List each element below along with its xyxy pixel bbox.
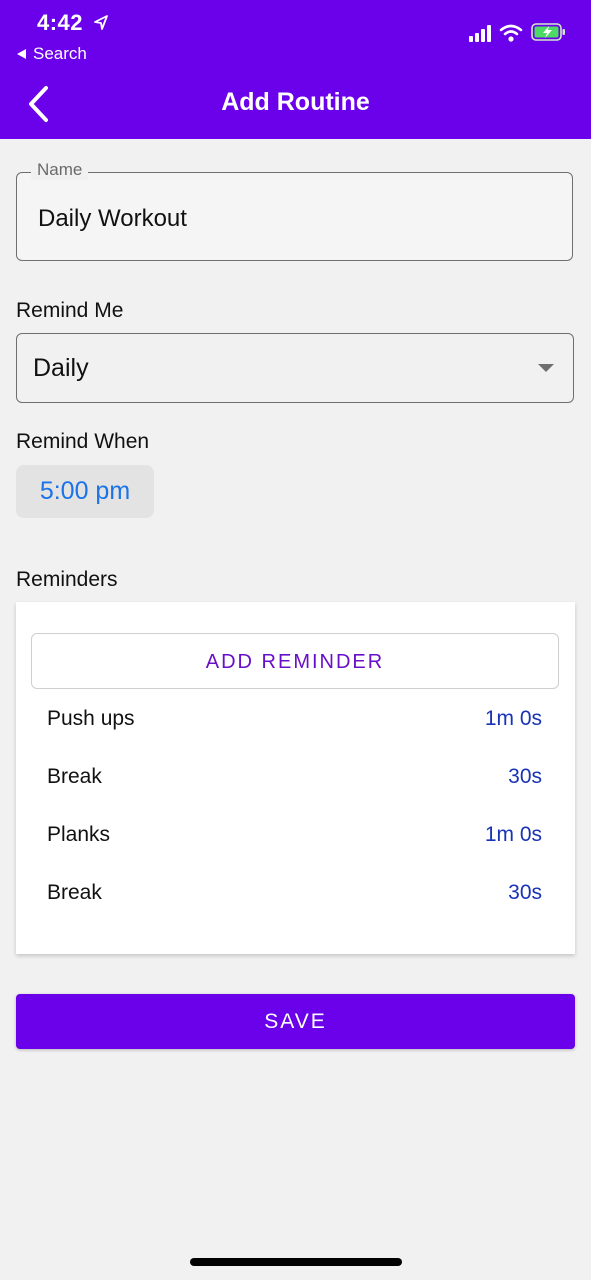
location-arrow-icon xyxy=(94,15,108,30)
name-field-label: Name xyxy=(31,160,89,180)
back-to-app-link[interactable]: Search xyxy=(17,44,87,64)
reminder-name: Planks xyxy=(47,823,111,846)
remind-me-label: Remind Me xyxy=(16,299,124,322)
reminder-row[interactable]: Break 30s xyxy=(47,876,542,910)
app-header: 4:42 Search Add Routine xyxy=(0,0,591,139)
name-input[interactable]: Name Daily Workout xyxy=(16,160,573,261)
add-routine-screen: 4:42 Search Add Routine Name Daily Worko… xyxy=(0,0,591,1280)
page-title: Add Routine xyxy=(221,88,370,116)
reminder-row[interactable]: Push ups 1m 0s xyxy=(47,702,542,736)
reminder-duration: 30s xyxy=(508,765,542,788)
remind-when-label: Remind When xyxy=(16,430,150,453)
cellular-signal-icon xyxy=(469,24,491,42)
status-icons xyxy=(469,22,567,42)
battery-charging-icon xyxy=(531,23,565,41)
back-triangle-icon xyxy=(17,49,26,59)
home-indicator[interactable] xyxy=(190,1258,402,1266)
wifi-icon xyxy=(499,24,523,42)
reminder-row[interactable]: Break 30s xyxy=(47,760,542,794)
reminder-name: Break xyxy=(47,765,102,788)
dropdown-arrow-icon xyxy=(538,364,554,372)
reminder-name: Break xyxy=(47,881,102,904)
add-reminder-button[interactable]: ADD REMINDER xyxy=(31,633,559,689)
reminder-name: Push ups xyxy=(47,707,135,730)
name-field-value[interactable]: Daily Workout xyxy=(38,205,187,233)
reminders-label: Reminders xyxy=(16,568,118,591)
reminder-duration: 1m 0s xyxy=(484,823,542,846)
status-time: 4:42 xyxy=(37,10,84,35)
remind-time-button[interactable]: 5:00 pm xyxy=(16,465,154,518)
back-app-label: Search xyxy=(33,44,87,63)
remind-me-select[interactable]: Daily xyxy=(16,333,574,403)
reminder-duration: 30s xyxy=(508,881,542,904)
save-button[interactable]: SAVE xyxy=(16,994,575,1049)
reminder-duration: 1m 0s xyxy=(484,707,542,730)
remind-me-value: Daily xyxy=(33,354,89,382)
reminders-card: ADD REMINDER Push ups 1m 0s Break 30s Pl… xyxy=(16,602,575,954)
reminder-row[interactable]: Planks 1m 0s xyxy=(47,818,542,852)
